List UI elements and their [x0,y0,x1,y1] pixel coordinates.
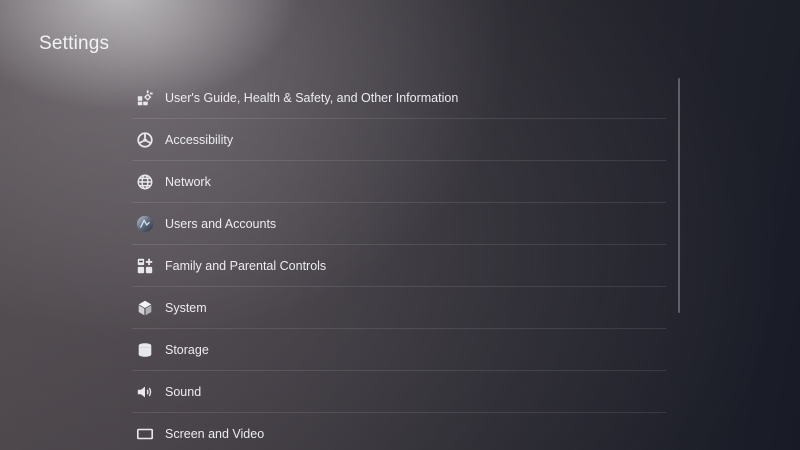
settings-item-family[interactable]: Family and Parental Controls [132,245,666,287]
settings-item-label: Family and Parental Controls [165,258,327,273]
scrollbar[interactable] [678,78,680,313]
settings-item-screen-video[interactable]: Screen and Video [132,413,666,450]
settings-item-storage[interactable]: Storage [132,329,666,371]
settings-item-users-guide[interactable]: User's Guide, Health & Safety, and Other… [132,77,666,119]
user-avatar-icon [135,214,155,234]
settings-item-label: System [165,300,207,315]
settings-item-accessibility[interactable]: Accessibility [132,119,666,161]
settings-list: User's Guide, Health & Safety, and Other… [132,77,666,450]
settings-item-sound[interactable]: Sound [132,371,666,413]
storage-icon [135,340,155,360]
settings-item-label: User's Guide, Health & Safety, and Other… [165,90,459,105]
settings-item-network[interactable]: Network [132,161,666,203]
settings-item-label: Storage [165,342,209,357]
globe-icon [135,172,155,192]
settings-item-system[interactable]: System [132,287,666,329]
settings-item-label: Sound [165,384,202,399]
settings-item-label: Users and Accounts [165,216,277,231]
page-title: Settings [39,33,110,54]
settings-item-label: Accessibility [165,132,234,147]
speaker-icon [135,382,155,402]
accessibility-icon [135,130,155,150]
settings-screen: Settings User's Guide, Health & Safety, … [0,0,800,450]
cube-icon [135,298,155,318]
settings-item-label: Network [165,174,211,189]
settings-item-label: Screen and Video [165,426,265,441]
screen-icon [135,424,155,444]
guide-icon [135,88,155,108]
settings-item-users-accounts[interactable]: Users and Accounts [132,203,666,245]
family-icon [135,256,155,276]
